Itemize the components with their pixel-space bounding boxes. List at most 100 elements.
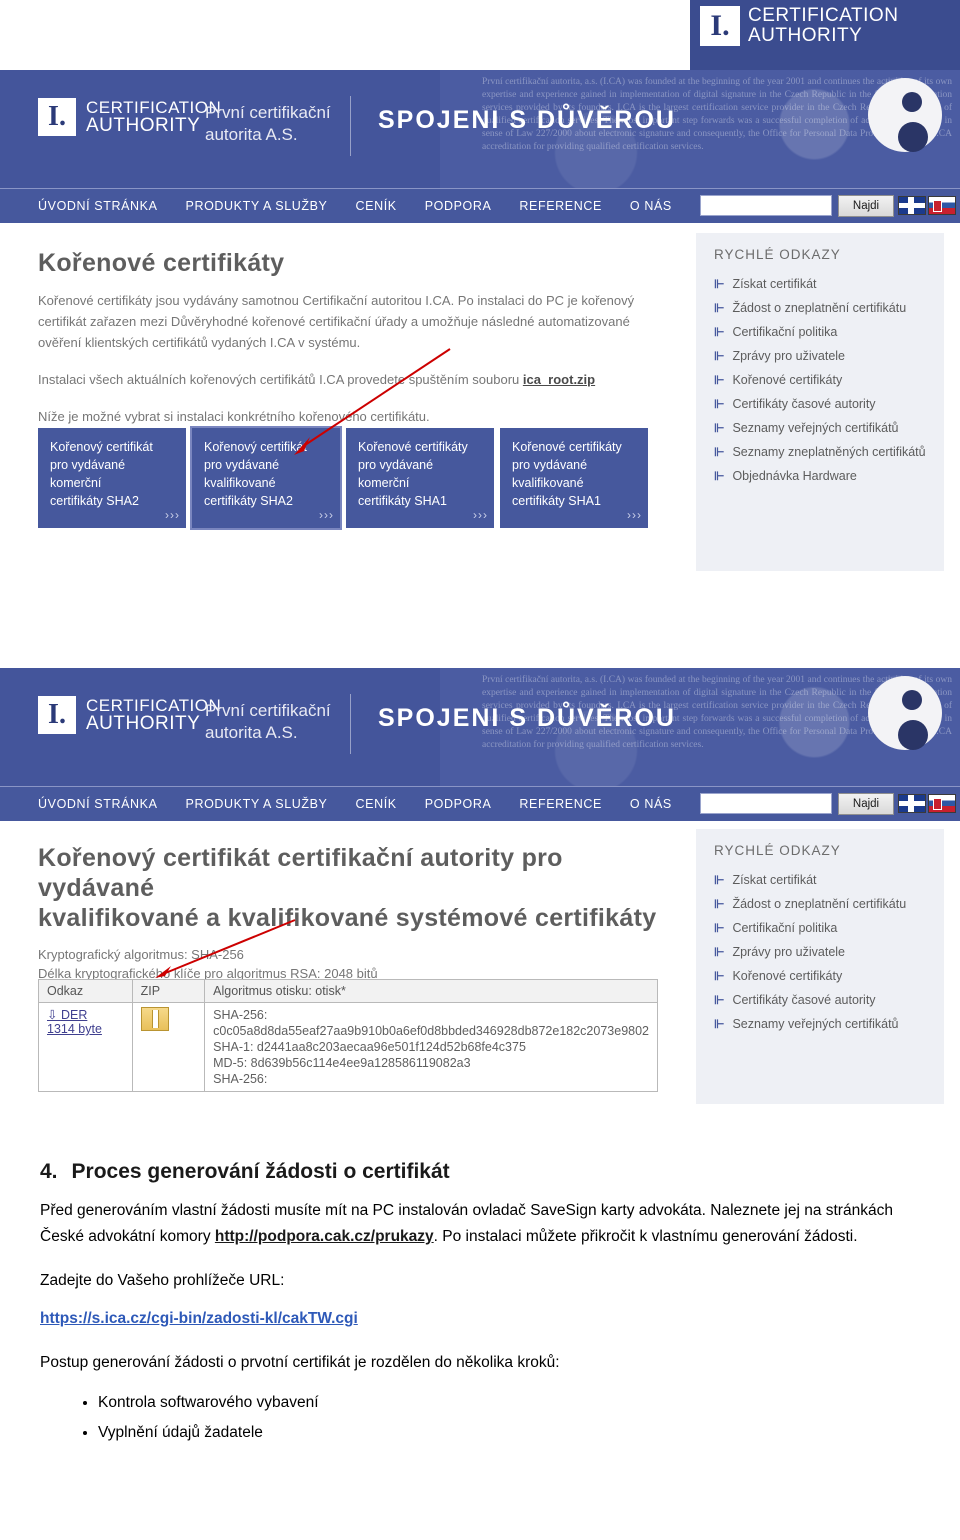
cell-zip-icon	[131, 1002, 206, 1092]
search-button[interactable]: Najdi	[838, 195, 894, 217]
quick-link-objednavka-hardware[interactable]: ⊩ Objednávka Hardware	[696, 464, 944, 488]
tile-line-1: Kořenový certifikát	[50, 440, 153, 454]
paragraph-steps-intro: Postup generování žádosti o prvotní cert…	[40, 1354, 560, 1371]
tile-qualified-sha2[interactable]: Kořenový certifikát pro vydávané kvalifi…	[190, 426, 342, 530]
flag-sk-icon[interactable]	[928, 196, 956, 215]
nav-item-uvodni-stranka[interactable]: ÚVODNÍ STRÁNKA	[0, 199, 172, 213]
cak-support-link[interactable]: http://podpora.cak.cz/prukazy	[215, 1228, 434, 1245]
tile-line-4: certifikáty SHA1	[512, 494, 601, 508]
document-text-section: 4. Proces generování žádosti o certifikát…	[0, 1160, 960, 1448]
quick-link-seznamy-verejnych-certifikatu[interactable]: ⊩ Seznamy veřejných certifikátů	[696, 1012, 944, 1036]
tile-commercial-sha1[interactable]: Kořenové certifikáty pro vydávané komerč…	[346, 428, 494, 528]
search-input[interactable]	[700, 793, 832, 814]
quick-link-ziskat-certifikat[interactable]: ⊩ Získat certifikát	[696, 272, 944, 296]
nav-item-o-nas[interactable]: O NÁS	[616, 199, 686, 213]
list-bullet-icon: ⊩	[714, 469, 725, 483]
ica-root-zip-link[interactable]: ica_root.zip	[523, 372, 595, 387]
detail-page-title: Kořenový certifikát certifikační autorit…	[38, 843, 658, 933]
paragraph-url: https://s.ica.cz/cgi-bin/zadosti-kl/cakT…	[40, 1306, 920, 1332]
flag-sk-icon[interactable]	[928, 794, 956, 813]
nav-item-podpora[interactable]: PODPORA	[411, 199, 506, 213]
certificate-tiles: Kořenový certifikát pro vydávané komerčn…	[38, 426, 648, 530]
tile-corner-icon: ›››	[165, 508, 180, 522]
request-url-link[interactable]: https://s.ica.cz/cgi-bin/zadosti-kl/cakT…	[40, 1310, 358, 1327]
quick-link-zpravy-pro-uzivatele[interactable]: ⊩ Zprávy pro uživatele	[696, 344, 944, 368]
quick-link-korenove-certifikaty[interactable]: ⊩ Kořenové certifikáty	[696, 368, 944, 392]
quick-link-certifikaty-casove-autority[interactable]: ⊩ Certifikáty časové autority	[696, 988, 944, 1012]
search-input[interactable]	[700, 195, 832, 216]
install-all-paragraph: Instalaci všech aktuálních kořenových ce…	[38, 369, 658, 390]
tile-commercial-sha2[interactable]: Kořenový certifikát pro vydávané komerčn…	[38, 428, 186, 528]
column-header-odkaz: Odkaz	[38, 979, 133, 1003]
main-navigation-1: ÚVODNÍ STRÁNKA PRODUKTY A SLUŽBY CENÍK P…	[0, 188, 960, 223]
search-button[interactable]: Najdi	[838, 793, 894, 815]
brand-logo-header-1[interactable]: I. CERTIFICATION AUTHORITY	[38, 98, 221, 136]
page-body-1: Kořenové certifikáty Kořenové certifikát…	[0, 223, 960, 655]
quick-link-seznamy-zneplatnenych-certifikatu[interactable]: ⊩ Seznamy zneplatněných certifikátů	[696, 440, 944, 464]
quick-link-label: Certifikáty časové autority	[732, 993, 876, 1007]
logo-mark-icon: I.	[38, 696, 76, 734]
quick-links-panel-2: RYCHLÉ ODKAZY ⊩ Získat certifikát ⊩ Žádost…	[696, 829, 944, 1104]
nav-item-produkty-a-sluzby[interactable]: PRODUKTY A SLUŽBY	[172, 199, 342, 213]
tile-line-2: pro vydávané	[512, 458, 588, 472]
zip-file-icon[interactable]	[140, 1007, 169, 1031]
quick-link-zpravy-pro-uzivatele[interactable]: ⊩ Zprávy pro uživatele	[696, 940, 944, 964]
brand-subtitle-1: První certifikační autorita A.S.	[205, 102, 331, 146]
quick-link-zadost-o-zneplatneni[interactable]: ⊩ Žádost o zneplatnění certifikátu	[696, 892, 944, 916]
brand-subtitle-2: První certifikační autorita A.S.	[205, 700, 331, 744]
nav-item-podpora[interactable]: PODPORA	[411, 797, 506, 811]
tile-corner-icon: ›››	[473, 508, 488, 522]
quick-links-title: RYCHLÉ ODKAZY	[714, 843, 841, 858]
quick-link-certifikacni-politika[interactable]: ⊩ Certifikační politika	[696, 916, 944, 940]
quick-link-label: Zprávy pro uživatele	[732, 945, 846, 959]
quick-link-label: Certifikační politika	[732, 921, 838, 935]
paragraph-enter-url: Zadejte do Vašeho prohlížeče URL:	[40, 1272, 285, 1289]
nav-item-reference[interactable]: REFERENCE	[505, 199, 616, 213]
logo-line-2: AUTHORITY	[86, 713, 201, 734]
quick-link-korenove-certifikaty[interactable]: ⊩ Kořenové certifikáty	[696, 964, 944, 988]
quick-link-label: Seznamy veřejných certifikátů	[732, 421, 899, 435]
tile-corner-icon: ›››	[319, 508, 334, 522]
nav-item-produkty-a-sluzby[interactable]: PRODUKTY A SLUŽBY	[172, 797, 342, 811]
header-circles-graphic	[852, 676, 948, 776]
brand-slogan-1: SPOJENI S DŮVĚROU	[378, 106, 676, 134]
nav-item-cenik[interactable]: CENÍK	[342, 797, 411, 811]
tile-line-2: pro vydávané komerční	[50, 458, 126, 490]
tile-line-1: Kořenové certifikáty	[358, 440, 468, 454]
logo-wordmark: CERTIFICATION AUTHORITY	[86, 697, 221, 734]
tile-line-3: kvalifikované	[512, 476, 584, 490]
list-bullet-icon: ⊩	[714, 325, 725, 339]
list-bullet-icon: ⊩	[714, 921, 725, 935]
table-header-row: Odkaz ZIP Algoritmus otisku: otisk*	[38, 979, 658, 1003]
der-download-link[interactable]: ⇩ DER	[47, 1008, 87, 1022]
hash-label-sha256-next: SHA-256:	[213, 1072, 268, 1086]
quick-link-label: Zprávy pro uživatele	[732, 349, 846, 363]
brand-logo-header-2[interactable]: I. CERTIFICATION AUTHORITY	[38, 696, 221, 734]
quick-links-title: RYCHLÉ ODKAZY	[714, 247, 841, 262]
quick-link-label: Kořenové certifikáty	[732, 373, 843, 387]
hash-value-sha256: c0c05a8d8da55eaf27aa9b910b0a6ef0d8bbded3…	[213, 1024, 649, 1038]
quick-link-certifikacni-politika[interactable]: ⊩ Certifikační politika	[696, 320, 944, 344]
nav-item-cenik[interactable]: CENÍK	[342, 199, 411, 213]
list-bullet-icon: ⊩	[714, 1017, 725, 1031]
flag-uk-icon[interactable]	[898, 794, 926, 813]
tile-line-3: kvalifikované	[204, 476, 276, 490]
brand-subtitle-line-1: První certifikační	[205, 701, 331, 720]
quick-link-certifikaty-casove-autority[interactable]: ⊩ Certifikáty časové autority	[696, 392, 944, 416]
flag-uk-icon[interactable]	[898, 196, 926, 215]
logo-wordmark: CERTIFICATION AUTHORITY	[86, 99, 221, 136]
list-bullet-icon: ⊩	[714, 945, 725, 959]
nav-item-o-nas[interactable]: O NÁS	[616, 797, 686, 811]
install-all-text: Instalaci všech aktuálních kořenových ce…	[38, 372, 523, 387]
screenshot-certificate-detail-page: První certifikační autorita, a.s. (I.CA)…	[0, 668, 960, 1104]
quick-link-zadost-o-zneplatneni[interactable]: ⊩ Žádost o zneplatnění certifikátu	[696, 296, 944, 320]
quick-link-ziskat-certifikat[interactable]: ⊩ Získat certifikát	[696, 868, 944, 892]
tile-line-3: certifikáty SHA1	[358, 494, 447, 508]
section-heading: 4. Proces generování žádosti o certifikát	[40, 1160, 920, 1184]
list-bullet-icon: ⊩	[714, 897, 725, 911]
tile-qualified-sha1[interactable]: Kořenové certifikáty pro vydávané kvalif…	[500, 428, 648, 528]
nav-item-uvodni-stranka[interactable]: ÚVODNÍ STRÁNKA	[0, 797, 172, 811]
nav-item-reference[interactable]: REFERENCE	[505, 797, 616, 811]
quick-link-seznamy-verejnych-certifikatu[interactable]: ⊩ Seznamy veřejných certifikátů	[696, 416, 944, 440]
quick-links-panel-1: RYCHLÉ ODKAZY ⊩ Získat certifikát ⊩ Žádost…	[696, 233, 944, 571]
